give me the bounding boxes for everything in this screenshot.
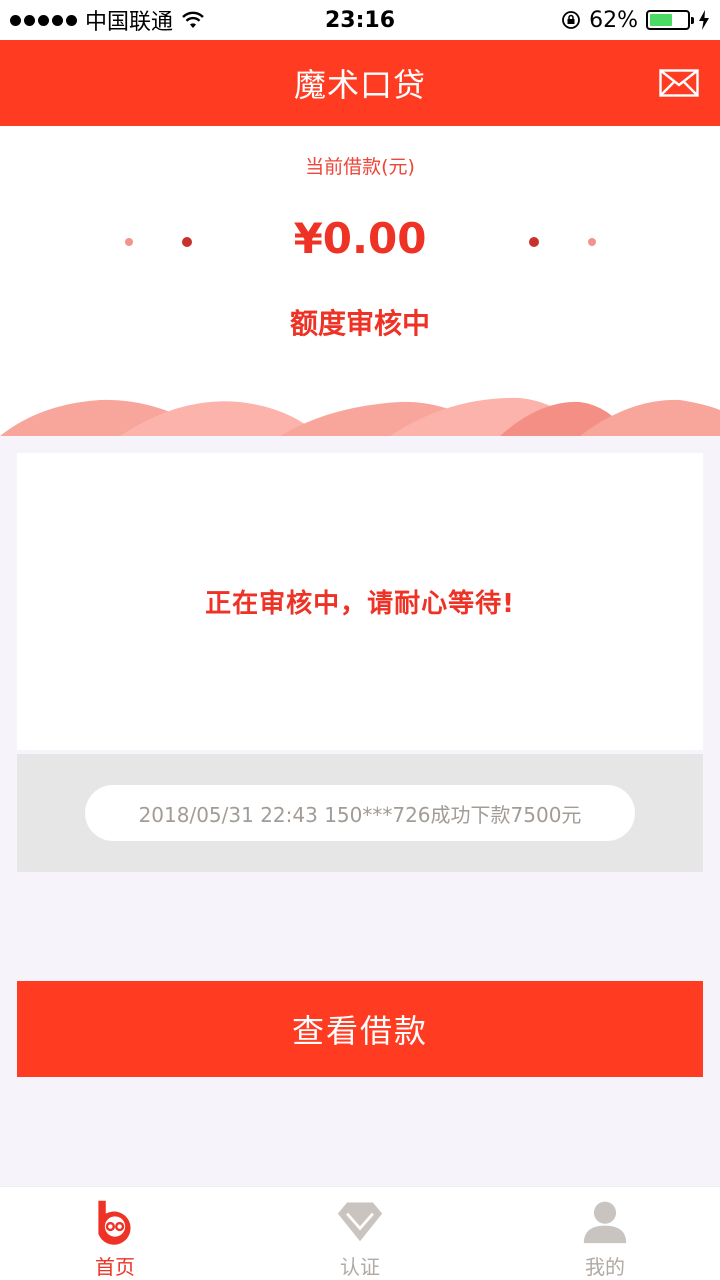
status-bar: 中国联通 23:16 62% [0, 0, 720, 40]
wifi-icon [182, 11, 204, 28]
status-right: 62% [561, 8, 710, 33]
messages-button[interactable] [658, 66, 700, 100]
tab-verify[interactable]: 认证 [285, 1187, 435, 1280]
signal-strength-icon [10, 14, 77, 26]
loan-summary-panel: 当前借款(元) ¥0.00 额度审核中 [0, 126, 720, 436]
app-title: 魔术口贷 [293, 66, 426, 104]
mail-icon [659, 69, 699, 97]
current-loan-label: 当前借款(元) [305, 156, 415, 178]
view-loan-button[interactable]: 查看借款 [17, 981, 703, 1077]
credit-status: 额度审核中 [289, 307, 430, 340]
decor-dot [529, 237, 539, 247]
tab-bar: 首页 认证 我的 [0, 1186, 720, 1280]
battery-percent: 62% [589, 7, 638, 33]
tab-label: 认证 [340, 1255, 380, 1279]
home-logo-icon [98, 1200, 131, 1245]
tab-home[interactable]: 首页 [40, 1187, 190, 1280]
user-icon [583, 1201, 627, 1244]
tab-profile[interactable]: 我的 [530, 1187, 680, 1280]
tab-label: 我的 [585, 1255, 625, 1279]
clock: 23:16 [324, 7, 396, 33]
tab-label: 首页 [95, 1255, 135, 1279]
ticker-text: 2018/05/31 22:43 150***726成功下款7500元 [138, 802, 582, 827]
ticker-pill: 2018/05/31 22:43 150***726成功下款7500元 [85, 785, 635, 841]
status-left: 中国联通 [10, 4, 205, 36]
rotation-lock-icon [562, 11, 580, 29]
decor-dot [588, 238, 596, 246]
battery-fill [650, 14, 673, 26]
battery-icon [646, 10, 694, 30]
wave-decoration [0, 397, 720, 436]
review-card: 正在审核中，请耐心等待! [17, 453, 703, 750]
review-message: 正在审核中，请耐心等待! [205, 589, 515, 619]
carrier-name: 中国联通 [85, 10, 174, 35]
app-header: 魔术口贷 [0, 40, 720, 126]
diamond-icon [337, 1202, 383, 1242]
loan-amount: ¥0.00 [293, 214, 427, 263]
loan-ticker: 2018/05/31 22:43 150***726成功下款7500元 [17, 754, 703, 872]
charging-bolt-icon [699, 10, 709, 30]
